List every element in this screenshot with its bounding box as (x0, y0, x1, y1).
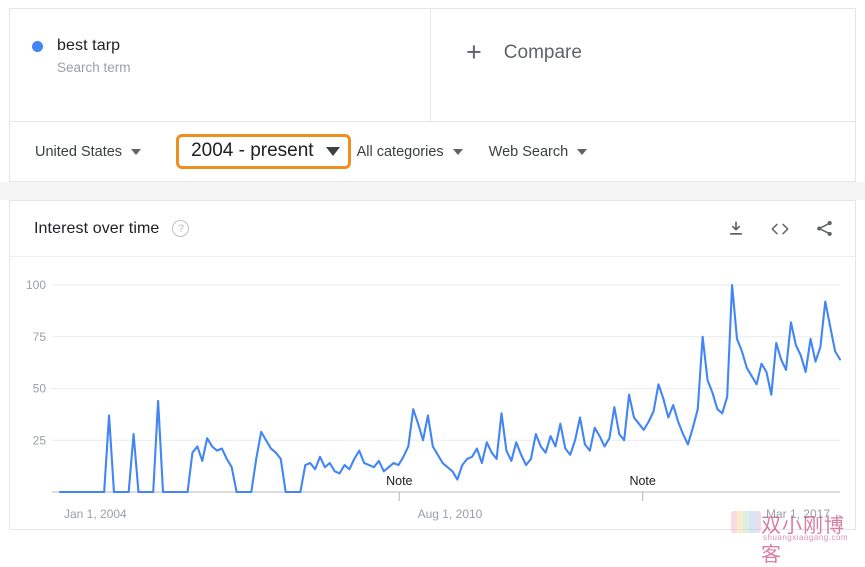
search-term-line: best tarp (32, 37, 430, 55)
region-filter-label: United States (35, 143, 123, 160)
search-terms-row: best tarp Search term + Compare (9, 8, 856, 122)
trends-line-chart: 25 50 75 100 Note Note Jan 1, 2004 Aug 1, 2010 M… (26, 278, 842, 521)
chart-plot-area[interactable]: 25 50 75 100 Note Note Jan 1, 2004 Aug 1, 2010 M… (10, 257, 855, 530)
search-term-label: best tarp (57, 37, 121, 54)
x-axis-tick-label: Aug 1, 2010 (418, 507, 483, 521)
category-filter-label: All categories (356, 143, 444, 160)
chart-header: Interest over time ? (10, 201, 855, 257)
interest-over-time-card: Interest over time ? 25 50 75 100 Note N… (9, 200, 856, 530)
share-icon[interactable] (813, 218, 835, 240)
chart-note-label[interactable]: Note (386, 474, 412, 488)
category-filter[interactable]: All categories (357, 144, 463, 160)
chevron-down-icon (325, 146, 340, 156)
chevron-down-icon (452, 148, 463, 155)
chart-note-label[interactable]: Note (629, 474, 655, 488)
compare-card[interactable]: + Compare (431, 8, 856, 122)
chevron-down-icon (577, 148, 588, 155)
y-axis-tick-label: 100 (26, 278, 46, 292)
date-range-filter[interactable]: 2004 - present (176, 134, 351, 169)
filter-bar: United States 2004 - present All categor… (9, 122, 856, 182)
chart-actions (725, 218, 835, 240)
region-filter[interactable]: United States (35, 143, 142, 160)
date-range-filter-label: 2004 - present (191, 140, 314, 161)
embed-code-icon[interactable] (769, 218, 791, 240)
google-trends-page: best tarp Search term + Compare United S… (0, 8, 865, 566)
search-type-filter-label: Web Search (488, 143, 569, 160)
y-axis-tick-label: 50 (33, 382, 47, 396)
y-axis-tick-label: 25 (33, 433, 47, 447)
search-term-type: Search term (57, 60, 131, 75)
section-divider (0, 182, 865, 200)
chevron-down-icon (131, 148, 142, 155)
help-icon[interactable]: ? (172, 220, 190, 237)
series-color-dot-icon (32, 40, 43, 52)
plus-icon: + (466, 37, 482, 67)
search-term-card[interactable]: best tarp Search term (9, 8, 431, 122)
y-axis-tick-label: 75 (33, 330, 47, 344)
x-axis-tick-label: Mar 1, 2017 (766, 507, 830, 521)
watermark-text-en: shuangxiaogang.com (763, 533, 849, 542)
x-axis-tick-label: Jan 1, 2004 (64, 507, 127, 521)
download-icon[interactable] (725, 218, 747, 240)
page-title: Interest over time (34, 219, 160, 237)
compare-label: Compare (503, 42, 582, 63)
search-type-filter[interactable]: Web Search (489, 144, 588, 160)
